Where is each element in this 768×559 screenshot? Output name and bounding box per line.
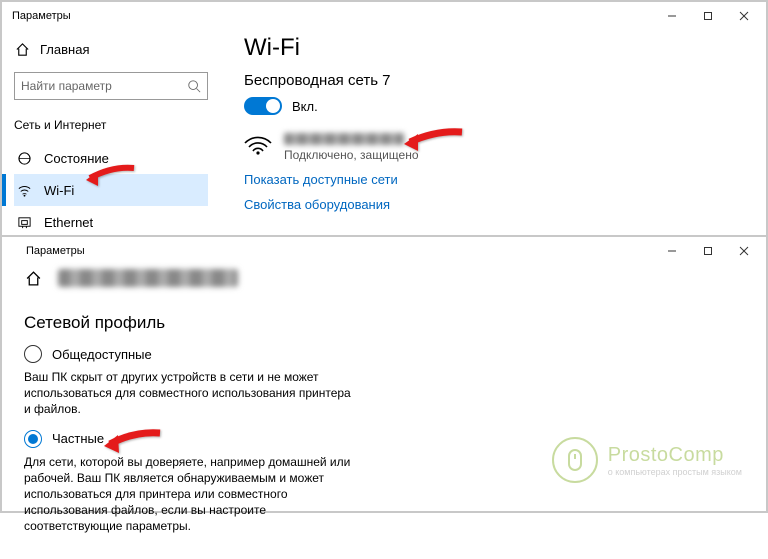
nav-home[interactable]: Главная	[14, 34, 208, 64]
wifi-toggle[interactable]	[244, 97, 282, 115]
sidebar-item-wifi[interactable]: Wi-Fi	[14, 174, 208, 206]
radio-public[interactable]: Общедоступные	[24, 343, 744, 365]
link-hardware-props[interactable]: Свойства оборудования	[244, 197, 746, 212]
home-icon	[14, 42, 30, 57]
sidebar-item-label: Ethernet	[44, 215, 93, 230]
watermark-tagline: о компьютерах простым языком	[608, 467, 742, 477]
radio-public-desc: Ваш ПК скрыт от других устройств в сети …	[24, 369, 354, 418]
close-button[interactable]	[726, 241, 762, 261]
ssid-title-blurred	[58, 269, 238, 287]
sidebar-item-status[interactable]: Состояние	[14, 142, 208, 174]
network-heading: Беспроводная сеть 7	[244, 72, 746, 89]
minimize-button[interactable]	[654, 241, 690, 261]
sidebar-category: Сеть и Интернет	[14, 118, 208, 132]
sidebar-item-label: Wi-Fi	[44, 183, 74, 198]
wifi-icon	[16, 183, 32, 198]
radio-private-desc: Для сети, которой вы доверяете, например…	[24, 454, 354, 535]
current-network[interactable]: Подключено, защищено	[244, 133, 746, 162]
radio-icon-selected	[24, 430, 42, 448]
minimize-button[interactable]	[654, 6, 690, 26]
status-icon	[16, 151, 32, 166]
sidebar-item-label: Состояние	[44, 151, 109, 166]
window-title: Параметры	[12, 10, 71, 22]
radio-label: Частные	[52, 431, 104, 446]
sidebar-item-ethernet[interactable]: Ethernet	[14, 206, 208, 238]
nav-home-label: Главная	[40, 42, 89, 57]
search-icon	[187, 79, 201, 93]
ssid-name-blurred	[284, 133, 404, 145]
watermark: ProstoComp о компьютерах простым языком	[552, 437, 742, 483]
maximize-button[interactable]	[690, 6, 726, 26]
wifi-toggle-label: Вкл.	[292, 99, 318, 114]
ethernet-icon	[16, 215, 32, 230]
search-placeholder: Найти параметр	[21, 79, 187, 93]
maximize-button[interactable]	[690, 241, 726, 261]
watermark-name: ProstoComp	[608, 444, 742, 467]
search-input[interactable]: Найти параметр	[14, 72, 208, 100]
connection-status: Подключено, защищено	[284, 148, 419, 162]
home-icon[interactable]	[24, 270, 42, 287]
page-title: Wi-Fi	[244, 34, 746, 62]
link-show-networks[interactable]: Показать доступные сети	[244, 172, 746, 187]
window-title: Параметры	[26, 245, 85, 257]
wifi-signal-icon	[244, 133, 272, 155]
section-heading: Сетевой профиль	[24, 313, 744, 333]
close-button[interactable]	[726, 6, 762, 26]
radio-label: Общедоступные	[52, 347, 152, 362]
radio-icon	[24, 345, 42, 363]
